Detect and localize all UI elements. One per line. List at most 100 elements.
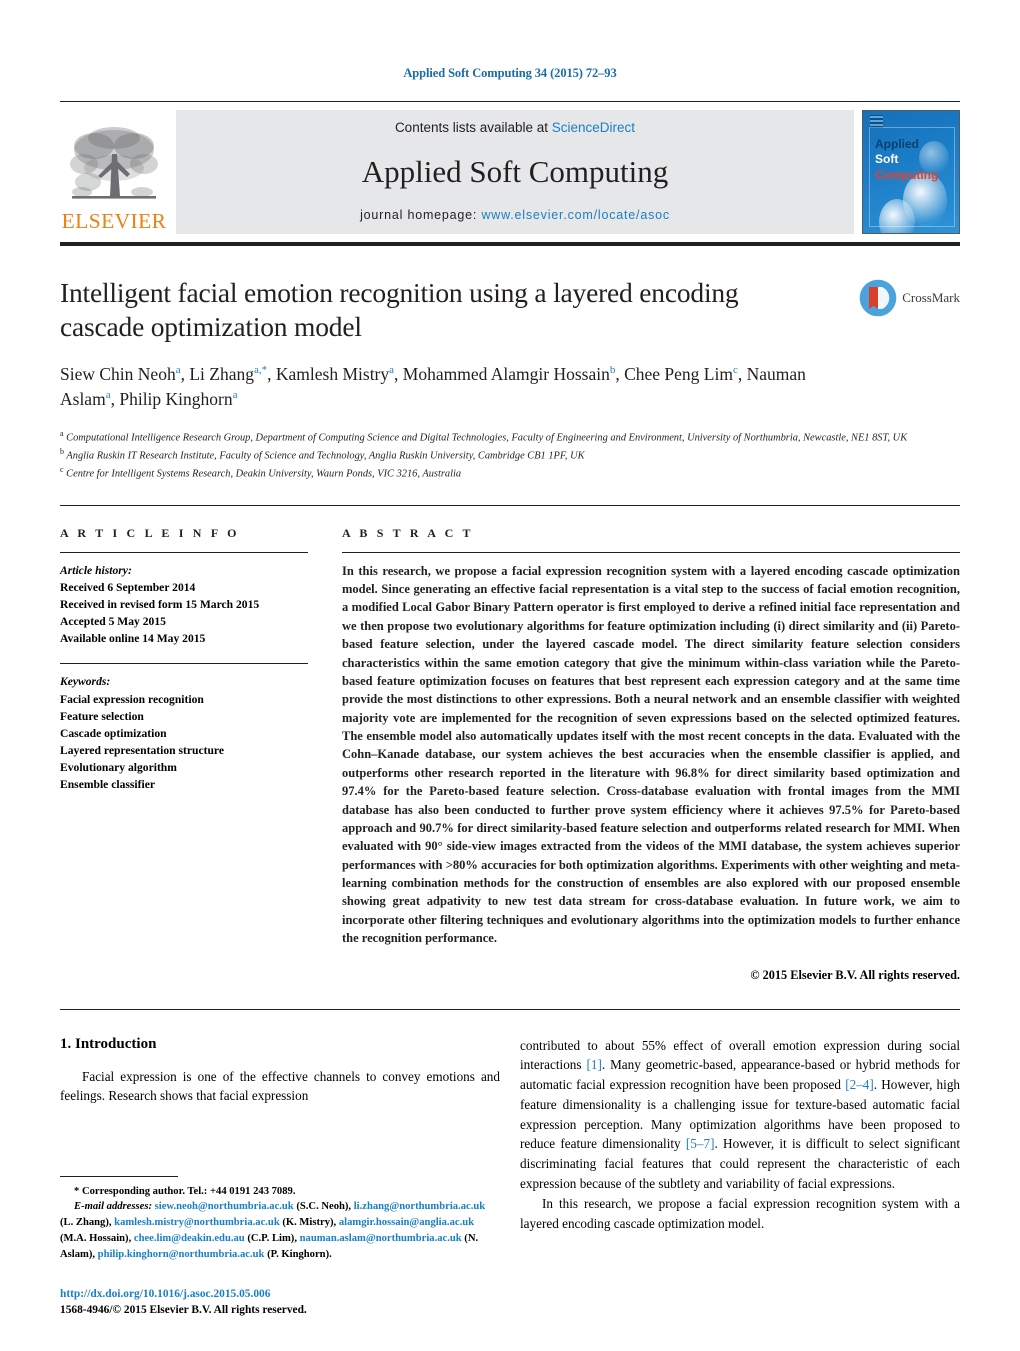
title-block: Intelligent facial emotion recognition u… [60, 276, 960, 412]
intro-paragraph-right-2: In this research, we propose a facial ex… [520, 1195, 960, 1231]
abstract-copyright: © 2015 Elsevier B.V. All rights reserved… [750, 967, 960, 982]
author-affiliation-mark: a [389, 364, 395, 377]
keywords-block: Keywords: Facial expression recognition F… [60, 673, 308, 793]
contents-prefix: Contents lists available at [394, 120, 552, 135]
author-name: Li Zhang [189, 364, 254, 385]
keyword-item: Cascade optimization [60, 726, 167, 740]
intro-paragraph-right-1: contributed to about 55% effect of overa… [520, 1036, 960, 1194]
affiliation-item: b Anglia Ruskin IT Research Institute, F… [60, 447, 585, 462]
masthead-bottom-rule [60, 242, 960, 246]
citation-ref-1[interactable]: [1] [586, 1057, 601, 1072]
keyword-items: Facial expression recognition Feature sel… [60, 691, 308, 794]
article-info-rule [60, 551, 308, 553]
journal-homepage-link[interactable]: www.elsevier.com/locate/asoc [481, 208, 669, 222]
crossmark-label: CrossMark [902, 290, 960, 305]
email-link[interactable]: chee.lim@deakin.edu.au [134, 1233, 245, 1244]
email-link[interactable]: alamgir.hossain@anglia.ac.uk [339, 1217, 474, 1228]
author-name: Chee Peng Lim [624, 364, 733, 385]
author-affiliation-mark: c [732, 364, 738, 377]
title-and-authors: Intelligent facial emotion recognition u… [60, 276, 840, 412]
article-history-label: Article history: [60, 563, 132, 577]
author-affiliation-mark: a [232, 389, 238, 402]
author-name: Philip Kinghorn [119, 388, 233, 409]
elsevier-tree-icon [70, 126, 158, 199]
crossmark-icon [858, 278, 898, 318]
affiliation-item: c Centre for Intelligent Systems Researc… [60, 465, 462, 480]
crossmark-badge[interactable]: CrossMark [840, 276, 960, 412]
cover-title-line-3: Computing [875, 167, 939, 182]
cover-title-line-2: Soft [875, 152, 899, 167]
journal-title: Applied Soft Computing [361, 153, 669, 189]
article-history-block: Article history: Received 6 September 20… [60, 562, 308, 648]
abstract-column: A B S T R A C T In this research, we pro… [330, 526, 960, 983]
author-affiliation-mark: a [175, 364, 181, 377]
corresponding-author-note: * Corresponding author. Tel.: +44 0191 2… [74, 1185, 296, 1197]
journal-homepage-line: journal homepage: www.elsevier.com/locat… [360, 208, 670, 222]
email-link[interactable]: philip.kinghorn@northumbria.ac.uk [98, 1249, 265, 1260]
email-owner: (S.C. Neoh), [293, 1201, 354, 1213]
info-top-rule [60, 504, 960, 506]
author-list: Siew Chin Neoha, Li Zhanga,*, Kamlesh Mi… [60, 364, 806, 409]
doi-link[interactable]: http://dx.doi.org/10.1016/j.asoc.2015.05… [60, 1286, 500, 1303]
keyword-item: Ensemble classifier [60, 778, 155, 792]
body-column-right: contributed to about 55% effect of overa… [520, 1036, 960, 1234]
email-owner: (C.P. Lim), [244, 1233, 300, 1245]
page-title: Intelligent facial emotion recognition u… [60, 277, 739, 342]
affiliation-mark: b [60, 447, 64, 457]
affiliation-mark: a [60, 428, 64, 438]
article-history-item: Received in revised form 15 March 2015 [60, 597, 260, 611]
email-addresses-label: E-mail addresses: [74, 1201, 152, 1213]
footnote-rule [60, 1175, 178, 1177]
keyword-item: Layered representation structure [60, 744, 225, 758]
email-addresses-note: E-mail addresses: siew.neoh@northumbria.… [60, 1199, 500, 1263]
author-affiliation-mark: b [609, 364, 616, 377]
email-link[interactable]: kamlesh.mistry@northumbria.ac.uk [114, 1217, 280, 1228]
contents-line: Contents lists available at ScienceDirec… [395, 120, 635, 135]
keyword-item: Facial expression recognition [60, 692, 204, 706]
affiliation-list: a Computational Intelligence Research Gr… [60, 428, 960, 483]
article-info-column: A R T I C L E I N F O Article history: R… [60, 526, 330, 983]
article-history-item: Available online 14 May 2015 [60, 632, 206, 646]
cover-title-line-1: Applied [875, 137, 919, 151]
email-owner: (K. Mistry), [279, 1217, 339, 1229]
journal-cover-thumbnail: Applied Soft Computing [862, 110, 960, 234]
author-name: Siew Chin Neoh [60, 364, 176, 385]
paper-page: Applied Soft Computing 34 (2015) 72–93 E… [0, 0, 1020, 1351]
footnote-block: * Corresponding author. Tel.: +44 0191 2… [60, 1175, 500, 1263]
keyword-item: Feature selection [60, 709, 144, 723]
journal-masthead: ELSEVIER Contents lists available at Sci… [60, 110, 960, 234]
email-owner: (P. Kinghorn). [264, 1249, 332, 1261]
masthead-band: Contents lists available at ScienceDirec… [176, 110, 854, 234]
section-heading-introduction: 1. Introduction [60, 1035, 157, 1052]
article-history-items: Received 6 September 2014 Received in rev… [60, 579, 308, 648]
cover-title: Applied Soft Computing [875, 137, 938, 183]
homepage-prefix: journal homepage: [360, 208, 482, 222]
affiliation-item: a Computational Intelligence Research Gr… [60, 428, 908, 444]
email-owner: (L. Zhang), [60, 1217, 115, 1229]
keyword-item: Evolutionary algorithm [60, 761, 177, 775]
article-info-heading: A R T I C L E I N F O [60, 525, 240, 540]
author-affiliation-mark: a,* [253, 364, 268, 377]
article-history-item: Received 6 September 2014 [60, 580, 196, 594]
keywords-rule [60, 663, 308, 665]
citation-ref-2[interactable]: [2–4] [845, 1077, 874, 1092]
email-link[interactable]: siew.neoh@northumbria.ac.uk [155, 1201, 294, 1212]
email-owner: (M.A. Hossain), [60, 1233, 134, 1245]
abstract-text: In this research, we propose a facial ex… [342, 563, 960, 946]
article-history-item: Accepted 5 May 2015 [60, 615, 166, 629]
email-link[interactable]: li.zhang@northumbria.ac.uk [354, 1201, 485, 1212]
abstract-bottom-rule [60, 1008, 960, 1010]
email-link[interactable]: nauman.aslam@northumbria.ac.uk [300, 1233, 462, 1244]
issn-copyright-line: 1568-4946/© 2015 Elsevier B.V. All right… [60, 1304, 307, 1317]
abstract-rule [342, 551, 960, 553]
keywords-label: Keywords: [60, 675, 111, 689]
doi-block: http://dx.doi.org/10.1016/j.asoc.2015.05… [60, 1286, 500, 1319]
author-affiliation-mark: a [105, 389, 111, 402]
elsevier-wordmark: ELSEVIER [61, 208, 167, 233]
author-name: Kamlesh Mistry [275, 364, 390, 385]
header-divider [60, 101, 960, 102]
citation-ref-3[interactable]: [5–7] [686, 1136, 715, 1151]
info-abstract-section: A R T I C L E I N F O Article history: R… [60, 526, 960, 983]
sciencedirect-link[interactable]: ScienceDirect [552, 120, 635, 135]
intro-paragraph-left: Facial expression is one of the effectiv… [60, 1068, 500, 1104]
